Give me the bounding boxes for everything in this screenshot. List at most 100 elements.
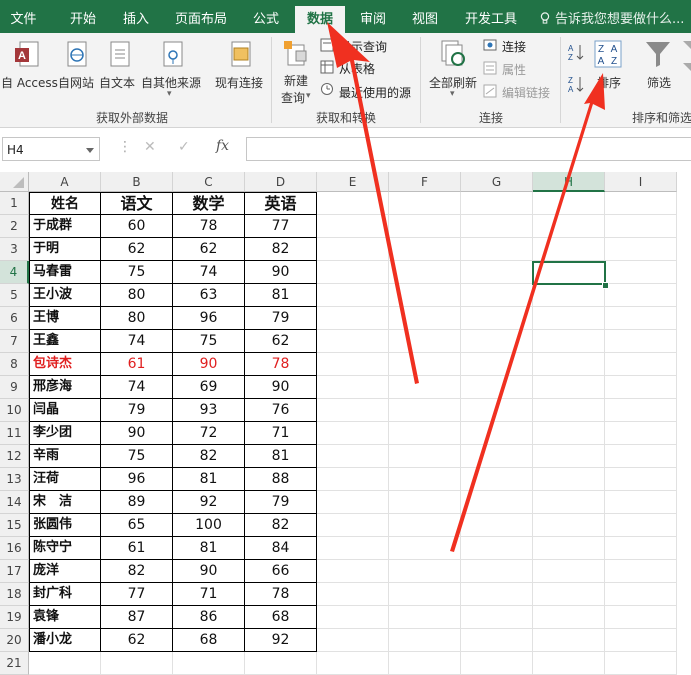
- cell-b6[interactable]: 80: [101, 307, 173, 330]
- cell-h19[interactable]: [533, 606, 605, 629]
- cell-b1[interactable]: 语文: [101, 192, 173, 215]
- cell-b9[interactable]: 74: [101, 376, 173, 399]
- properties-button[interactable]: 属性: [502, 61, 526, 78]
- cell-d17[interactable]: 66: [245, 560, 317, 583]
- cell-e4[interactable]: [317, 261, 389, 284]
- cell-i15[interactable]: [605, 514, 677, 537]
- cell-d19[interactable]: 68: [245, 606, 317, 629]
- fill-handle[interactable]: [602, 282, 609, 289]
- cell-i18[interactable]: [605, 583, 677, 606]
- cell-a5[interactable]: 王小波: [29, 284, 101, 307]
- cell-d15[interactable]: 82: [245, 514, 317, 537]
- cell-g18[interactable]: [461, 583, 533, 606]
- cell-b8[interactable]: 61: [101, 353, 173, 376]
- cell-d1[interactable]: 英语: [245, 192, 317, 215]
- cell-i6[interactable]: [605, 307, 677, 330]
- tab-developer[interactable]: 开发工具: [455, 6, 527, 33]
- cell-g3[interactable]: [461, 238, 533, 261]
- cell-e17[interactable]: [317, 560, 389, 583]
- cell-b3[interactable]: 62: [101, 238, 173, 261]
- cell-i14[interactable]: [605, 491, 677, 514]
- row-header-20[interactable]: 20: [0, 629, 29, 652]
- new-query-label-1[interactable]: 新建: [284, 72, 308, 89]
- cell-h3[interactable]: [533, 238, 605, 261]
- name-box[interactable]: H4: [2, 137, 100, 161]
- cell-g15[interactable]: [461, 514, 533, 537]
- cell-b18[interactable]: 77: [101, 583, 173, 606]
- cell-b15[interactable]: 65: [101, 514, 173, 537]
- cell-a4[interactable]: 马春雷: [29, 261, 101, 284]
- cell-a7[interactable]: 王鑫: [29, 330, 101, 353]
- cell-a10[interactable]: 闫晶: [29, 399, 101, 422]
- cell-e9[interactable]: [317, 376, 389, 399]
- column-header-e[interactable]: E: [317, 172, 389, 192]
- cell-c11[interactable]: 72: [173, 422, 245, 445]
- cell-i12[interactable]: [605, 445, 677, 468]
- cell-e10[interactable]: [317, 399, 389, 422]
- cell-i21[interactable]: [605, 652, 677, 675]
- cell-a6[interactable]: 王博: [29, 307, 101, 330]
- cell-d14[interactable]: 79: [245, 491, 317, 514]
- cell-g6[interactable]: [461, 307, 533, 330]
- cell-e5[interactable]: [317, 284, 389, 307]
- cell-b16[interactable]: 61: [101, 537, 173, 560]
- cell-e6[interactable]: [317, 307, 389, 330]
- cell-h8[interactable]: [533, 353, 605, 376]
- row-header-5[interactable]: 5: [0, 284, 29, 307]
- cell-a13[interactable]: 汪荷: [29, 468, 101, 491]
- cell-f9[interactable]: [389, 376, 461, 399]
- cell-d6[interactable]: 79: [245, 307, 317, 330]
- cell-c20[interactable]: 68: [173, 629, 245, 652]
- cell-i8[interactable]: [605, 353, 677, 376]
- cell-b4[interactable]: 75: [101, 261, 173, 284]
- cell-b7[interactable]: 74: [101, 330, 173, 353]
- cell-b5[interactable]: 80: [101, 284, 173, 307]
- cell-h9[interactable]: [533, 376, 605, 399]
- formula-input[interactable]: [246, 137, 691, 161]
- cell-b10[interactable]: 79: [101, 399, 173, 422]
- cell-h14[interactable]: [533, 491, 605, 514]
- from-text-button[interactable]: 自文本: [99, 74, 135, 91]
- cell-a11[interactable]: 李少团: [29, 422, 101, 445]
- cell-f6[interactable]: [389, 307, 461, 330]
- cell-a3[interactable]: 于明: [29, 238, 101, 261]
- cell-i17[interactable]: [605, 560, 677, 583]
- tab-formulas[interactable]: 公式: [240, 6, 292, 33]
- cell-g20[interactable]: [461, 629, 533, 652]
- cell-f18[interactable]: [389, 583, 461, 606]
- cell-i2[interactable]: [605, 215, 677, 238]
- cell-e7[interactable]: [317, 330, 389, 353]
- cell-h1[interactable]: [533, 192, 605, 215]
- cell-i4[interactable]: [605, 261, 677, 284]
- cell-c10[interactable]: 93: [173, 399, 245, 422]
- cell-c8[interactable]: 90: [173, 353, 245, 376]
- tab-view[interactable]: 视图: [400, 6, 450, 33]
- row-header-16[interactable]: 16: [0, 537, 29, 560]
- cell-e16[interactable]: [317, 537, 389, 560]
- row-header-10[interactable]: 10: [0, 399, 29, 422]
- row-header-13[interactable]: 13: [0, 468, 29, 491]
- existing-connections-button[interactable]: 现有连接: [215, 74, 263, 91]
- cell-e3[interactable]: [317, 238, 389, 261]
- cell-f14[interactable]: [389, 491, 461, 514]
- tab-home[interactable]: 开始: [55, 6, 111, 33]
- row-header-19[interactable]: 19: [0, 606, 29, 629]
- cell-h6[interactable]: [533, 307, 605, 330]
- cell-g21[interactable]: [461, 652, 533, 675]
- cell-f12[interactable]: [389, 445, 461, 468]
- cell-f5[interactable]: [389, 284, 461, 307]
- cell-e14[interactable]: [317, 491, 389, 514]
- cell-c17[interactable]: 90: [173, 560, 245, 583]
- cell-e12[interactable]: [317, 445, 389, 468]
- cell-f21[interactable]: [389, 652, 461, 675]
- column-header-b[interactable]: B: [101, 172, 173, 192]
- cell-h18[interactable]: [533, 583, 605, 606]
- cell-h13[interactable]: [533, 468, 605, 491]
- cell-d21[interactable]: [245, 652, 317, 675]
- tab-insert[interactable]: 插入: [111, 6, 161, 33]
- cell-i11[interactable]: [605, 422, 677, 445]
- cell-i7[interactable]: [605, 330, 677, 353]
- new-query-label-2[interactable]: 查询: [281, 89, 305, 106]
- cell-b19[interactable]: 87: [101, 606, 173, 629]
- row-header-12[interactable]: 12: [0, 445, 29, 468]
